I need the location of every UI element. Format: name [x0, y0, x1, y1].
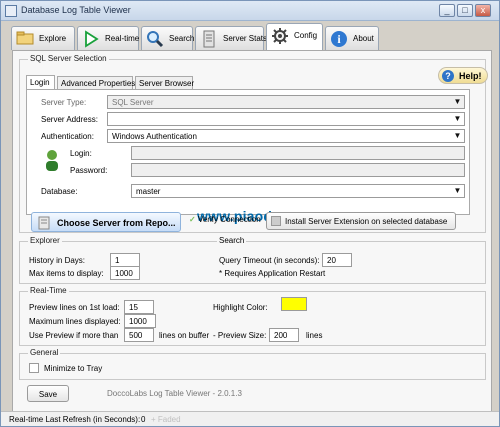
server-address-input[interactable]: ▼: [107, 112, 465, 126]
user-icon: [46, 150, 58, 171]
refresh-value: 0: [141, 415, 146, 424]
verify-connection-label: Verify Connection: [197, 215, 261, 224]
app-icon: [5, 5, 17, 17]
tab-realtime[interactable]: Real-time: [77, 26, 139, 50]
preview-lines-label: Preview lines on 1st load:: [29, 303, 120, 312]
password-label: Password:: [70, 166, 108, 175]
realtime-icon: [85, 30, 99, 48]
authentication-combo[interactable]: Windows Authentication ▼: [107, 129, 465, 143]
main-tab-strip: Explore Real-time Search Server Stats Co…: [9, 21, 495, 51]
tab-search[interactable]: Search: [141, 26, 195, 50]
subtab-server-browser[interactable]: Server Browser: [135, 76, 194, 89]
install-extension-button[interactable]: Install Server Extension on selected dat…: [266, 212, 456, 230]
verify-connection-button[interactable]: ✓ Verify Connection: [189, 215, 261, 224]
preview-size-label: - Preview Size:: [213, 331, 267, 340]
tab-label: Explore: [39, 34, 67, 43]
save-button[interactable]: Save: [27, 385, 69, 402]
explore-icon: [16, 31, 34, 45]
history-days-label: History in Days:: [29, 256, 86, 265]
preview-lines-input[interactable]: 15: [124, 300, 154, 314]
maximize-button[interactable]: □: [457, 4, 473, 17]
general-section: General Minimize to Tray: [19, 348, 486, 380]
history-days-input[interactable]: 1: [110, 253, 140, 267]
tab-label: Real-time: [105, 34, 140, 43]
query-timeout-input[interactable]: 20: [322, 253, 352, 267]
minimize-button[interactable]: _: [439, 4, 455, 17]
authentication-value: Windows Authentication: [112, 132, 197, 141]
config-panel: SQL Server Selection Login Advanced Prop…: [12, 50, 492, 413]
highlight-color-label: Highlight Color:: [213, 303, 268, 312]
refresh-label: Real-time Last Refresh (in Seconds):: [9, 415, 141, 424]
server-stats-icon: [203, 30, 215, 48]
subtab-advanced-properties[interactable]: Advanced Properties: [57, 76, 135, 89]
main-window: Database Log Table Viewer _ □ x Explore …: [0, 0, 500, 427]
minimize-tray-label: Minimize to Tray: [44, 364, 103, 373]
explorer-title: Explorer: [28, 236, 62, 245]
login-panel: Server Type: SQL Server ▼ Server Address…: [26, 89, 470, 215]
version-text: DoccoLabs Log Table Viewer - 2.0.1.3: [107, 389, 242, 398]
use-preview-input[interactable]: 500: [124, 328, 154, 342]
sql-server-section: SQL Server Selection Login Advanced Prop…: [19, 54, 488, 233]
subtab-login[interactable]: Login: [26, 75, 55, 89]
title-bar: Database Log Table Viewer _ □ x: [1, 1, 499, 21]
chevron-down-icon: ▼: [453, 97, 462, 106]
max-lines-input[interactable]: 1000: [124, 314, 156, 328]
choose-server-button[interactable]: Choose Server from Repo...: [31, 212, 181, 232]
password-input[interactable]: [131, 163, 465, 177]
tab-label: Config: [294, 31, 318, 40]
server-type-combo: SQL Server ▼: [107, 95, 465, 109]
explorer-search-section: Explorer History in Days: 1 Max items to…: [19, 236, 486, 284]
database-combo[interactable]: master ▼: [131, 184, 465, 198]
general-title: General: [28, 348, 61, 357]
lines-on-buffer-label: lines on buffer: [159, 331, 210, 340]
minimize-tray-checkbox[interactable]: [29, 363, 39, 373]
tab-config[interactable]: Config: [266, 23, 323, 51]
close-button[interactable]: x: [475, 4, 491, 17]
install-extension-label: Install Server Extension on selected dat…: [285, 217, 448, 226]
tab-explore[interactable]: Explore: [11, 26, 75, 50]
use-preview-label: Use Preview if more than: [29, 331, 119, 340]
max-lines-label: Maximum lines displayed:: [29, 317, 121, 326]
choose-server-label: Choose Server from Repo...: [57, 218, 176, 228]
lines-label: lines: [306, 331, 323, 340]
database-label: Database:: [41, 187, 78, 196]
tab-server-stats[interactable]: Server Stats: [195, 26, 268, 50]
max-items-label: Max items to display:: [29, 269, 104, 278]
query-timeout-label: Query Timeout (in seconds):: [219, 256, 320, 265]
about-icon: i: [331, 31, 347, 47]
tab-label: Search: [169, 34, 195, 43]
max-items-input[interactable]: 1000: [110, 266, 140, 280]
server-repository-icon: [38, 216, 50, 230]
authentication-label: Authentication:: [41, 132, 94, 141]
help-label: Help!: [459, 71, 482, 81]
tab-label: About: [353, 34, 374, 43]
login-input[interactable]: [131, 146, 465, 160]
search-icon: [147, 31, 164, 48]
preview-size-input[interactable]: 200: [269, 328, 299, 342]
tab-label: Server Stats: [223, 34, 268, 43]
status-bar: Real-time Last Refresh (in Seconds): 0 +…: [1, 411, 499, 426]
server-type-value: SQL Server: [112, 98, 154, 107]
faded-text: + Faded: [151, 415, 181, 424]
sql-server-title: SQL Server Selection: [28, 54, 109, 63]
server-address-label: Server Address:: [41, 115, 98, 124]
window-title: Database Log Table Viewer: [21, 5, 131, 15]
gear-icon: [272, 28, 288, 44]
search-title: Search: [217, 236, 247, 245]
help-icon: ?: [442, 70, 454, 82]
restart-note: * Requires Application Restart: [219, 269, 326, 278]
login-label: Login:: [70, 149, 92, 158]
server-type-label: Server Type:: [41, 98, 87, 107]
help-button[interactable]: ? Help!: [438, 67, 488, 84]
chevron-down-icon: ▼: [453, 131, 462, 140]
check-icon: ✓: [189, 215, 196, 224]
chevron-down-icon: ▼: [453, 186, 462, 195]
database-value: master: [136, 187, 161, 196]
chevron-down-icon: ▼: [453, 114, 462, 123]
tab-about[interactable]: i About: [325, 26, 379, 50]
highlight-color-swatch[interactable]: [281, 297, 307, 311]
realtime-section: Real-Time Preview lines on 1st load: 15 …: [19, 286, 486, 346]
install-icon: [271, 216, 281, 226]
realtime-title: Real-Time: [28, 286, 69, 295]
